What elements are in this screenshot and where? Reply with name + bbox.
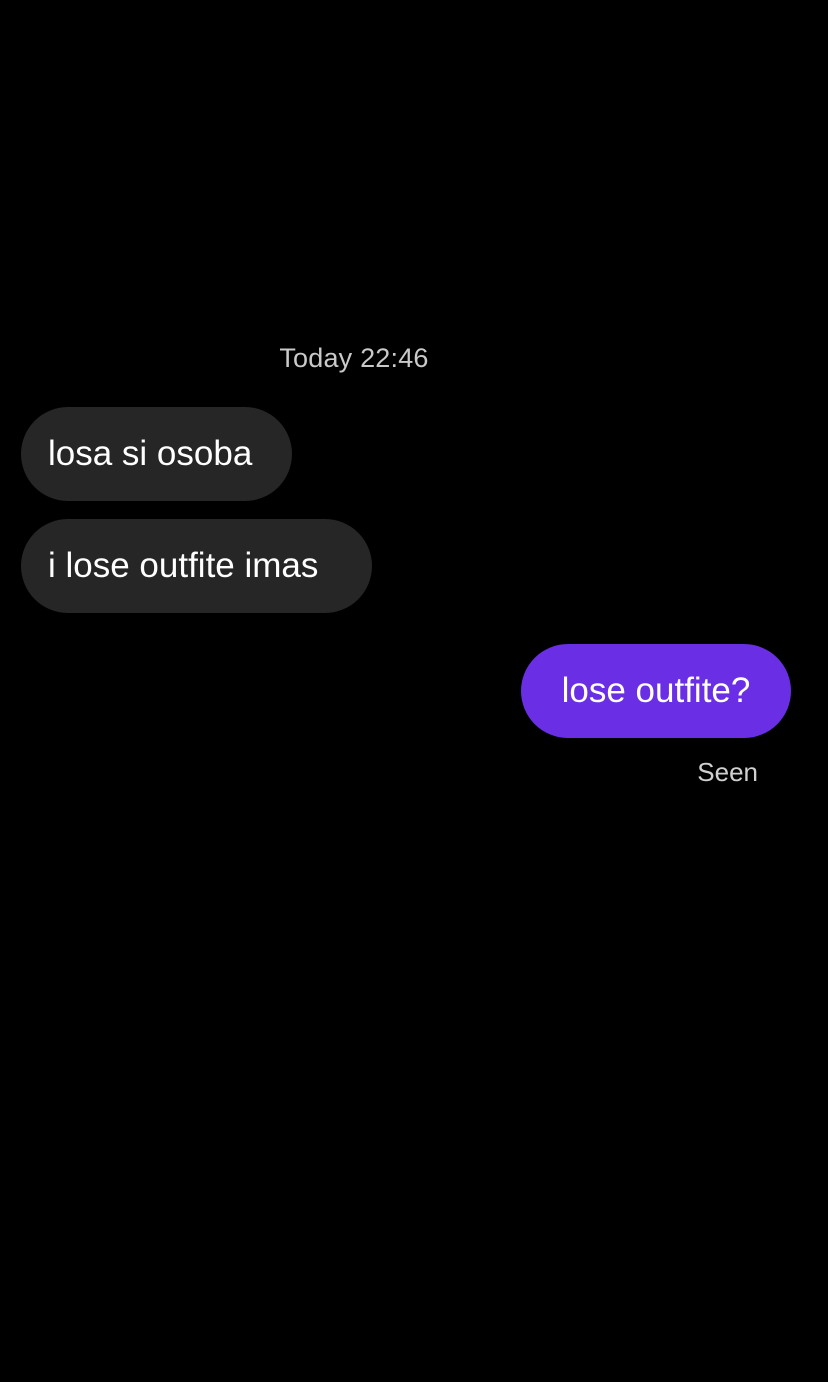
incoming-message-bubble[interactable]: i lose outfite imas bbox=[21, 519, 372, 613]
message-timestamp: Today 22:46 bbox=[279, 343, 429, 373]
incoming-message-bubble[interactable]: losa si osoba bbox=[21, 407, 292, 501]
read-receipt: Seen bbox=[697, 757, 758, 787]
outgoing-message-bubble[interactable]: lose outfite? bbox=[521, 644, 791, 738]
chat-thread[interactable]: Today 22:46 losa si osoba i lose outfite… bbox=[0, 0, 828, 1382]
